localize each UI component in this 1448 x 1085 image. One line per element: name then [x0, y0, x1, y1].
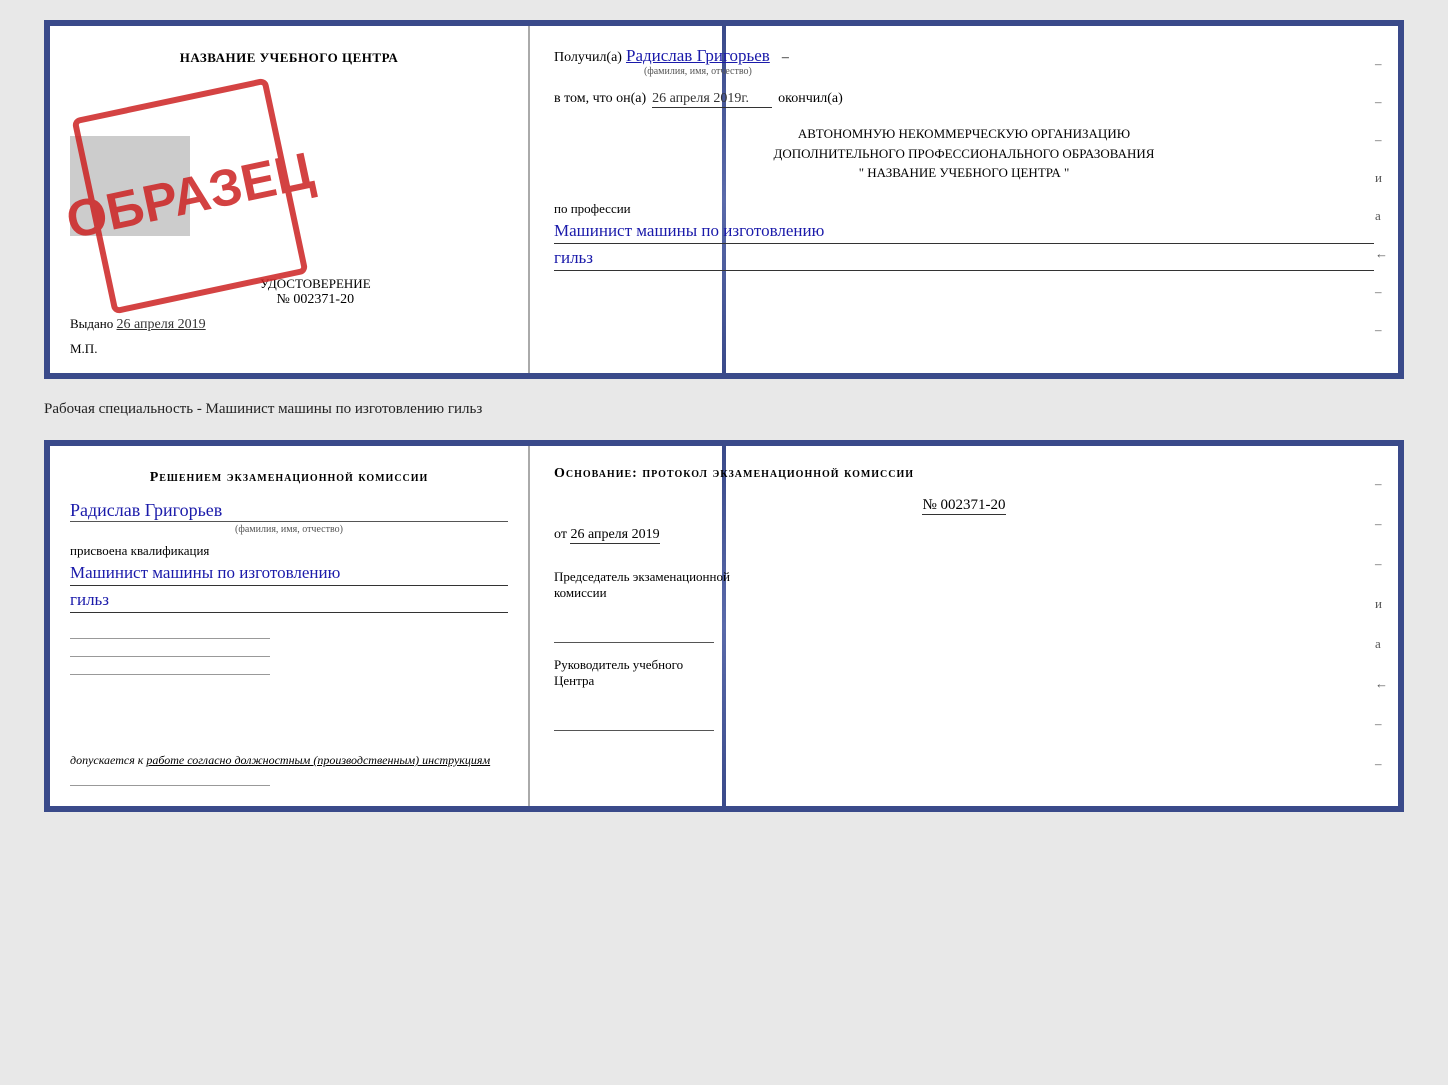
cert-number: № 002371-20	[260, 292, 371, 308]
bottom-margin-letter-a: а	[1375, 636, 1388, 652]
margin-dash-3: –	[1375, 132, 1388, 148]
margin-letter-i: и	[1375, 170, 1388, 186]
bottom-margin-letter-i: и	[1375, 596, 1388, 612]
okonchil-label: окончил(а)	[778, 91, 843, 107]
profession-line1: Машинист машины по изготовлению	[554, 221, 1374, 244]
org-name: " НАЗВАНИЕ УЧЕБНОГО ЦЕНТРА "	[554, 163, 1374, 183]
poluchil-row: Получил(а) Радислав Григорьев (фамилия, …	[554, 46, 1374, 77]
stamp-area: ОБРАЗЕЦ УДОСТОВЕРЕНИЕ № 002371-20 Выдано…	[70, 86, 508, 333]
vtom-row: в том, что он(а) 26 апреля 2019г. окончи…	[554, 91, 1374, 108]
right-margin-lines: – – – и а ← – –	[1375, 56, 1388, 338]
obrazec-stamp: ОБРАЗЕЦ	[71, 77, 308, 314]
obrazec-text: ОБРАЗЕЦ	[62, 145, 318, 248]
resheniem-text: Решением экзаменационной комиссии	[70, 470, 508, 486]
org-block: АВТОНОМНУЮ НЕКОММЕРЧЕСКУЮ ОРГАНИЗАЦИЮ ДО…	[554, 124, 1374, 183]
predsedatel-line1: Председатель экзаменационной	[554, 569, 1374, 585]
dopuskaetsya-link: работе согласно должностным (производств…	[146, 753, 490, 767]
bottom-fio: Радислав Григорьев	[70, 500, 508, 522]
vydano-row: Выдано 26 апреля 2019	[70, 308, 206, 333]
poluchil-dash: –	[782, 50, 789, 66]
ot-date-value: 26 апреля 2019	[570, 527, 659, 544]
top-right-panel: Получил(а) Радислав Григорьев (фамилия, …	[530, 26, 1398, 373]
bottom-left-panel: Решением экзаменационной комиссии Радисл…	[50, 446, 530, 806]
margin-dash-5: –	[1375, 322, 1388, 338]
predsedatel-text: Председатель экзаменационной комиссии	[554, 569, 1374, 601]
bottom-margin-dash-5: –	[1375, 756, 1388, 772]
po-professii-label: по профессии	[554, 201, 1374, 217]
empty-line1	[70, 625, 270, 639]
org-line1: АВТОНОМНУЮ НЕКОММЕРЧЕСКУЮ ОРГАНИЗАЦИЮ	[554, 124, 1374, 144]
rukovoditel-line2: Центра	[554, 673, 1374, 689]
top-document: НАЗВАНИЕ УЧЕБНОГО ЦЕНТРА ОБРАЗЕЦ УДОСТОВ…	[44, 20, 1404, 379]
rukovoditel-line1: Руководитель учебного	[554, 657, 1374, 673]
margin-dash-1: –	[1375, 56, 1388, 72]
kvalif-line1: Машинист машины по изготовлению	[70, 563, 508, 586]
bottom-margin-dash-4: –	[1375, 716, 1388, 732]
dopuskaetsya-label: допускается к	[70, 753, 143, 767]
org-line2: ДОПОЛНИТЕЛЬНОГО ПРОФЕССИОНАЛЬНОГО ОБРАЗО…	[554, 144, 1374, 164]
empty-line2	[70, 643, 270, 657]
poluchil-label: Получил(а)	[554, 50, 622, 66]
bottom-margin-dash-2: –	[1375, 516, 1388, 532]
ot-date-row: от 26 апреля 2019	[554, 527, 1374, 543]
completion-date: 26 апреля 2019г.	[652, 91, 772, 108]
vydano-label: Выдано	[70, 316, 113, 331]
vydano-date: 26 апреля 2019	[117, 317, 206, 332]
bottom-fio-hint: (фамилия, имя, отчество)	[70, 524, 508, 535]
bottom-right-panel: Основание: протокол экзаменационной коми…	[530, 446, 1398, 806]
mp-row: М.П.	[70, 341, 508, 357]
empty-line4	[70, 772, 270, 786]
kvalif-line2: гильз	[70, 590, 508, 613]
empty-line3	[70, 661, 270, 675]
bottom-document: Решением экзаменационной комиссии Радисл…	[44, 440, 1404, 812]
margin-arrow: ←	[1375, 246, 1388, 262]
bottom-margin-dash-1: –	[1375, 476, 1388, 492]
top-left-panel: НАЗВАНИЕ УЧЕБНОГО ЦЕНТРА ОБРАЗЕЦ УДОСТОВ…	[50, 26, 530, 373]
school-name-top: НАЗВАНИЕ УЧЕБНОГО ЦЕНТРА	[70, 50, 508, 66]
bottom-right-margin: – – – и а ← – –	[1375, 476, 1388, 772]
margin-letter-a: а	[1375, 208, 1388, 224]
vtom-label: в том, что он(а)	[554, 91, 646, 107]
bottom-margin-dash-3: –	[1375, 556, 1388, 572]
margin-dash-2: –	[1375, 94, 1388, 110]
bottom-margin-arrow: ←	[1375, 676, 1388, 692]
prisvoena-text: присвоена квалификация	[70, 543, 508, 559]
profession-line2: гильз	[554, 248, 1374, 271]
separator-text: Рабочая специальность - Машинист машины …	[44, 397, 1404, 422]
margin-dash-4: –	[1375, 284, 1388, 300]
rukovoditel-text: Руководитель учебного Центра	[554, 657, 1374, 689]
ot-label: от	[554, 527, 567, 542]
rukovoditel-signature-line	[554, 711, 714, 731]
dopuskaetsya-block: допускается к работе согласно должностны…	[70, 743, 508, 768]
predsedatel-signature-line	[554, 623, 714, 643]
fio-value: Радислав Григорьев	[626, 46, 770, 66]
protocol-number: № 002371-20	[922, 497, 1005, 515]
predsedatel-line2: комиссии	[554, 585, 1374, 601]
osnovanie-text: Основание: протокол экзаменационной коми…	[554, 466, 1374, 482]
fio-hint: (фамилия, имя, отчество)	[644, 66, 752, 77]
